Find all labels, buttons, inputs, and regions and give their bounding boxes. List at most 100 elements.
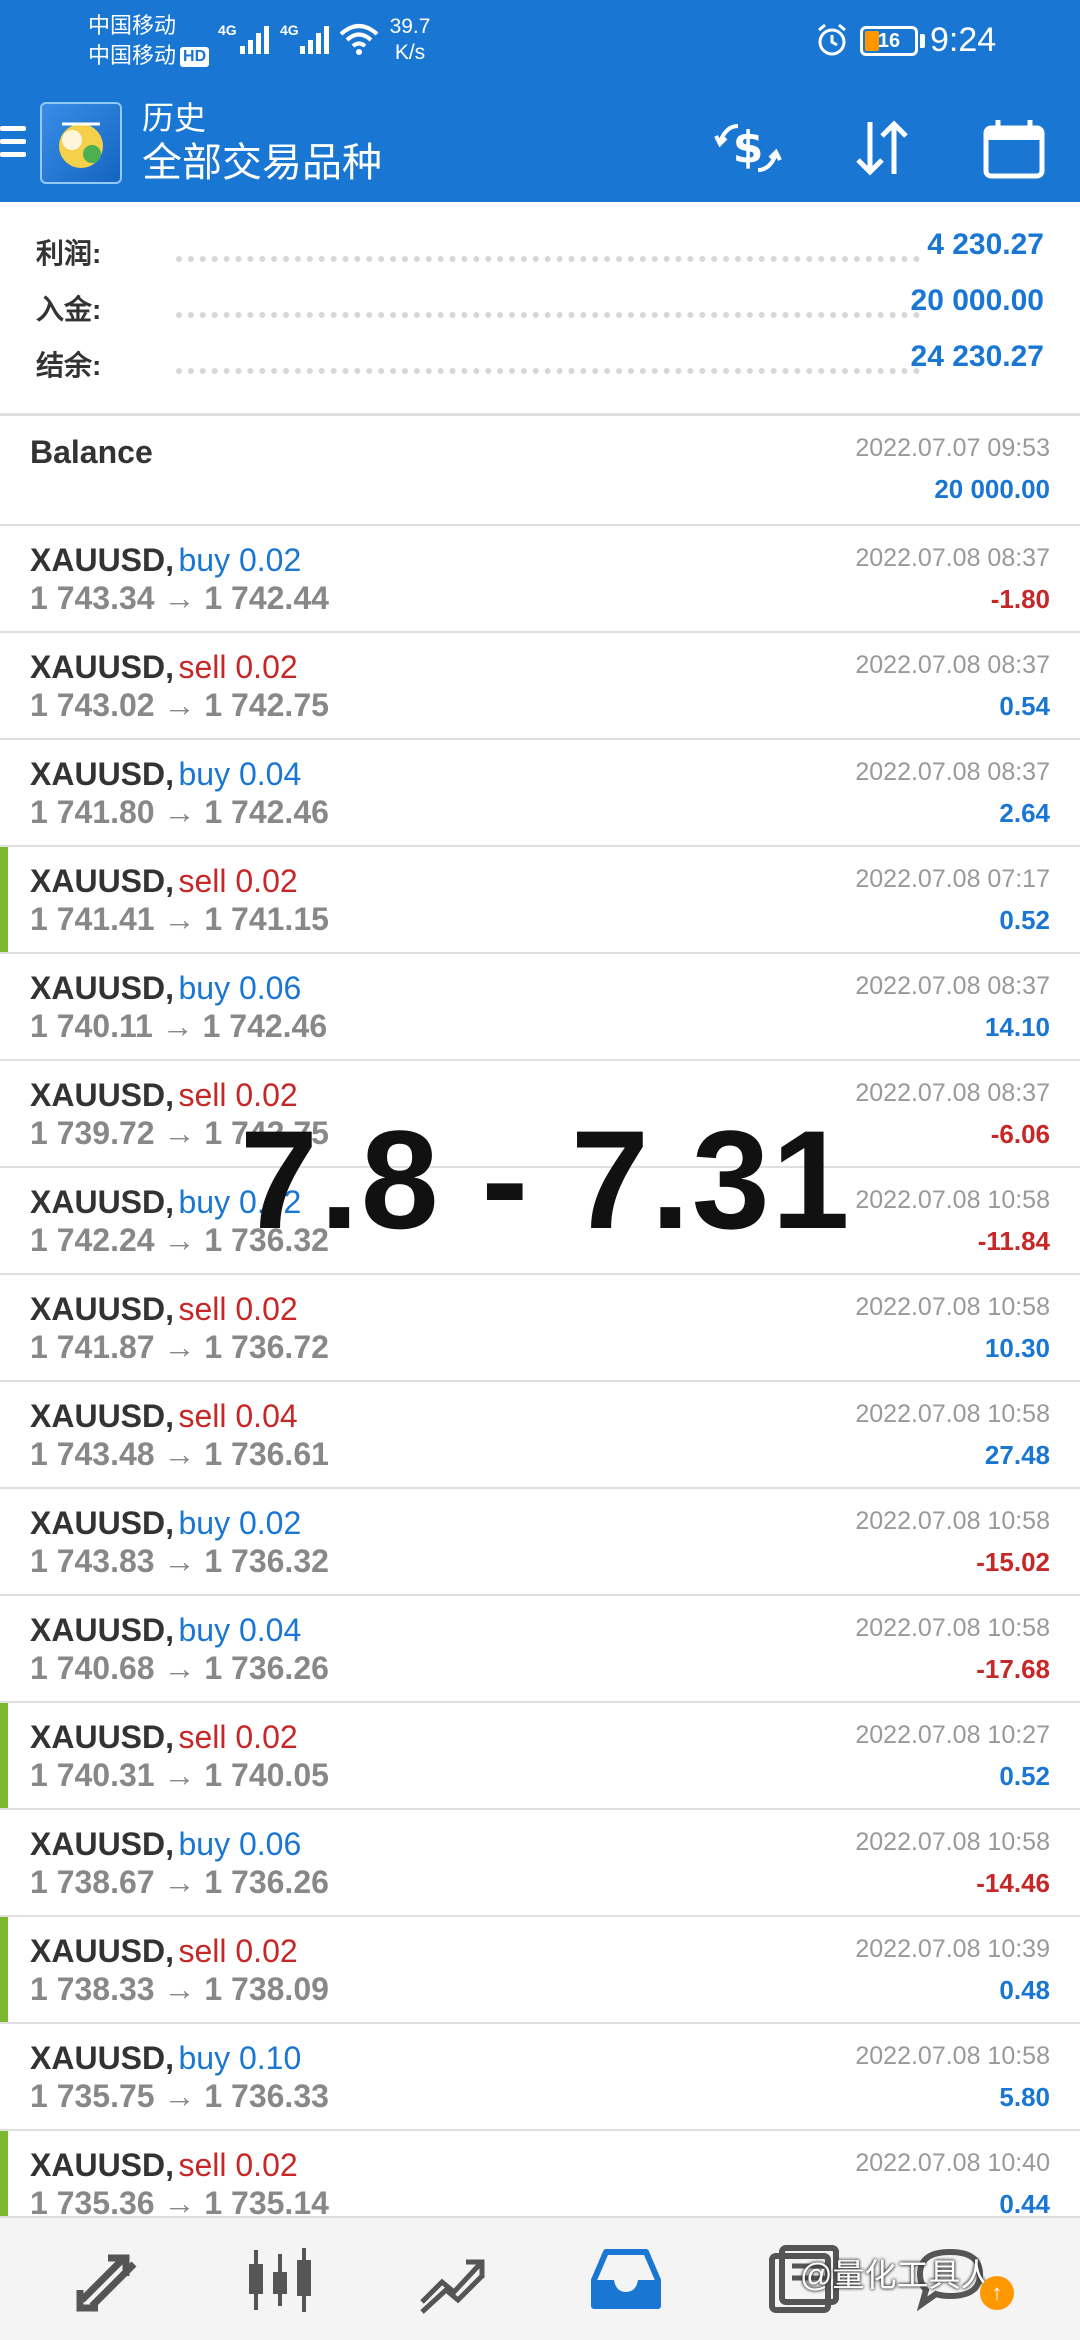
history-icon[interactable]	[586, 2240, 666, 2320]
date-range-overlay: 7.8 - 7.31	[240, 1101, 852, 1258]
deal-row[interactable]: XAUUSD, sell 0.02 1 740.31 → 1 740.05 2022…	[0, 1703, 1080, 1810]
deal-symbol: XAUUSD,	[30, 1291, 175, 1327]
deal-row[interactable]: XAUUSD, buy 0.06 1 738.67 → 1 736.26 2022.…	[0, 1810, 1080, 1917]
summary-label: 结余:	[36, 350, 102, 381]
deal-marker	[0, 847, 8, 952]
deal-time: 2022.07.08 10:39	[855, 1935, 1050, 1963]
deal-side: buy 0.04	[178, 1612, 302, 1648]
deal-profit: 27.48	[984, 1440, 1050, 1470]
trade-icon[interactable]	[412, 2240, 492, 2320]
deal-side: sell 0.02	[178, 1719, 298, 1755]
deal-time: 2022.07.08 10:58	[855, 1828, 1050, 1856]
summary-dots	[176, 256, 920, 262]
deal-profit: 0.48	[999, 1975, 1050, 2005]
battery-icon: 16	[860, 26, 918, 56]
deal-prices: 1 740.11 → 1 742.46	[30, 1008, 328, 1044]
carrier-2: 中国移动 HD	[88, 42, 210, 70]
wifi-icon	[339, 24, 379, 55]
deal-time: 2022.07.08 10:58	[855, 1400, 1050, 1428]
deal-symbol: XAUUSD,	[30, 1612, 175, 1648]
deal-row[interactable]: XAUUSD, buy 0.04 1 741.80 → 1 742.46 2022.…	[0, 740, 1080, 847]
summary-value: 20 000.00	[910, 284, 1044, 317]
deal-symbol: XAUUSD,	[30, 863, 175, 899]
deal-time: 2022.07.08 10:27	[855, 1721, 1050, 1749]
deal-time: 2022.07.08 10:58	[855, 2042, 1050, 2070]
deal-row[interactable]: XAUUSD, buy 0.02 1 743.34 → 1 742.44 2022.…	[0, 526, 1080, 633]
deal-time: 2022.07.08 10:58	[855, 1186, 1050, 1214]
deal-symbol: XAUUSD,	[30, 1933, 175, 1969]
deal-profit: 0.52	[999, 1761, 1050, 1791]
deal-symbol: XAUUSD,	[30, 2040, 175, 2076]
deal-time: 2022.07.08 08:37	[855, 758, 1050, 786]
deal-symbol: XAUUSD,	[30, 1398, 175, 1434]
deal-side: sell 0.02	[178, 649, 298, 685]
deal-symbol: XAUUSD,	[30, 1719, 175, 1755]
deal-prices: 1 743.02 → 1 742.75	[30, 687, 329, 723]
deal-profit: -14.46	[976, 1868, 1050, 1898]
hd-badge: HD	[180, 47, 210, 68]
balance-label: Balance	[30, 434, 153, 470]
summary-panel: 利润: 4 230.27 入金: 20 000.00 结余: 24 230.27	[0, 202, 1080, 416]
deal-prices: 1 740.31 → 1 740.05	[30, 1757, 329, 1793]
alarm-icon	[818, 23, 846, 56]
deal-row[interactable]: XAUUSD, sell 0.02 1 741.87 → 1 736.72 2022…	[0, 1275, 1080, 1382]
summary-value: 24 230.27	[910, 340, 1044, 373]
deal-prices: 1 738.33 → 1 738.09	[30, 1971, 329, 2007]
deal-marker	[0, 1917, 8, 2022]
clock: 9:24	[930, 21, 997, 59]
deal-time: 2022.07.08 10:58	[855, 1507, 1050, 1535]
deal-side: buy 0.06	[178, 1826, 302, 1862]
signal-1-label: 4G	[218, 22, 237, 38]
svg-text:$: $	[733, 122, 764, 173]
summary-dots	[176, 312, 920, 318]
sort-icon[interactable]	[846, 112, 918, 184]
deal-prices: 1 735.75 → 1 736.33	[30, 2078, 329, 2114]
deal-side: buy 0.02	[178, 1505, 302, 1541]
deal-amount: 20 000.00	[934, 474, 1050, 504]
deal-marker	[0, 1703, 8, 1808]
balance-row[interactable]: Balance 2022.07.07 09:53 20 000.00	[0, 416, 1080, 526]
summary-dots	[176, 368, 920, 374]
calendar-icon[interactable]	[978, 112, 1050, 184]
summary-row-profit: 利润: 4 230.27	[0, 222, 1080, 278]
net-speed-value: 39.7	[389, 15, 431, 38]
quotes-icon[interactable]	[68, 2240, 148, 2320]
chart-candles-icon[interactable]	[240, 2240, 320, 2320]
deal-profit: 10.30	[984, 1333, 1050, 1363]
deal-profit: -15.02	[976, 1547, 1050, 1577]
deal-profit: -1.80	[990, 584, 1050, 614]
signal-2-label: 4G	[280, 22, 299, 38]
deal-prices: 1 740.68 → 1 736.26	[30, 1650, 329, 1686]
deal-profit: 5.80	[999, 2082, 1050, 2112]
deal-symbol: XAUUSD,	[30, 1505, 175, 1541]
deal-row[interactable]: XAUUSD, sell 0.02 1 741.41 → 1 741.15 2022…	[0, 847, 1080, 954]
deal-side: sell 0.02	[178, 863, 298, 899]
deal-symbol: XAUUSD,	[30, 756, 175, 792]
deal-side: buy 0.04	[178, 756, 302, 792]
deal-time: 2022.07.08 10:58	[855, 1614, 1050, 1642]
deal-prices: 1 741.41 → 1 741.15	[30, 901, 329, 937]
deal-symbol: XAUUSD,	[30, 970, 175, 1006]
summary-label: 入金:	[36, 294, 102, 325]
currency-exchange-icon[interactable]: $	[712, 112, 784, 184]
deal-side: sell 0.02	[178, 1291, 298, 1327]
summary-value: 4 230.27	[927, 228, 1044, 261]
deal-row[interactable]: XAUUSD, sell 0.02 1 743.02 → 1 742.75 2022…	[0, 633, 1080, 740]
deal-row[interactable]: XAUUSD, buy 0.04 1 740.68 → 1 736.26 2022.…	[0, 1596, 1080, 1703]
deal-profit: 0.52	[999, 905, 1050, 935]
deal-time: 2022.07.08 08:37	[855, 544, 1050, 572]
deal-time: 2022.07.08 07:17	[855, 865, 1050, 893]
deal-row[interactable]: XAUUSD, buy 0.10 1 735.75 → 1 736.33 2022.…	[0, 2024, 1080, 2131]
deal-row[interactable]: XAUUSD, sell 0.02 1 738.33 → 1 738.09 2022…	[0, 1917, 1080, 2024]
menu-icon[interactable]	[0, 126, 28, 166]
deal-time: 2022.07.08 08:37	[855, 972, 1050, 1000]
deal-profit: 2.64	[999, 798, 1050, 828]
carrier-1: 中国移动	[88, 13, 177, 38]
deal-row[interactable]: XAUUSD, buy 0.06 1 740.11 → 1 742.46 2022.…	[0, 954, 1080, 1061]
deal-side: buy 0.06	[178, 970, 302, 1006]
deal-prices: 1 743.34 → 1 742.44	[30, 580, 329, 616]
symbol-filter[interactable]: 全部交易品种	[142, 138, 382, 188]
deal-symbol: XAUUSD,	[30, 2147, 175, 2183]
deal-row[interactable]: XAUUSD, buy 0.02 1 743.83 → 1 736.32 2022.…	[0, 1489, 1080, 1596]
deal-row[interactable]: XAUUSD, sell 0.04 1 743.48 → 1 736.61 2022…	[0, 1382, 1080, 1489]
